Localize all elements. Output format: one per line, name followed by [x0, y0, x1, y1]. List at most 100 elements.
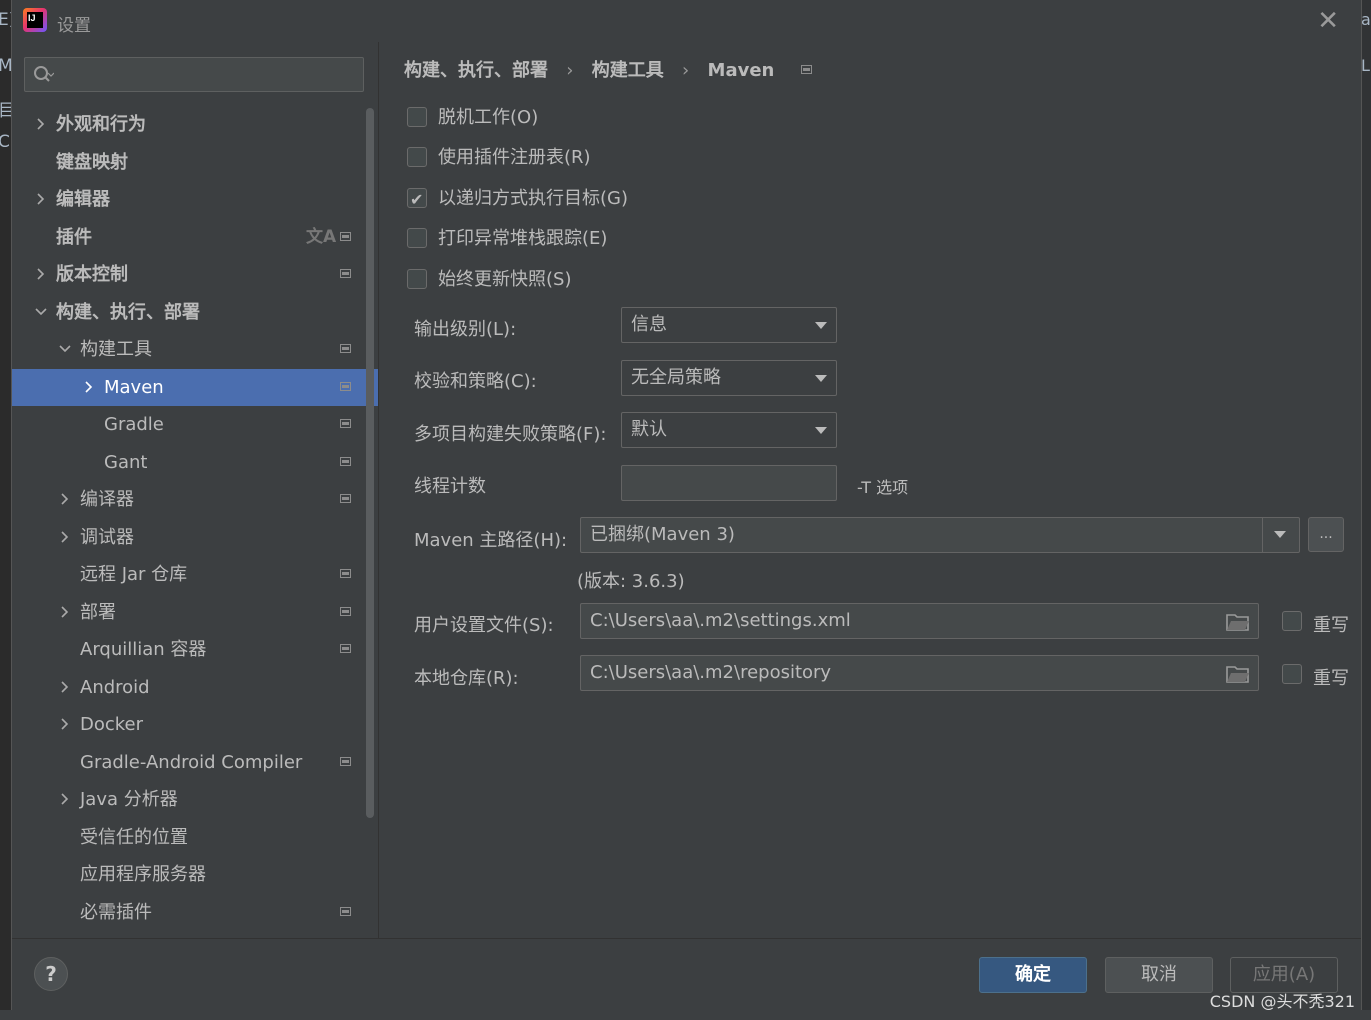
sidebar-item-label: 编辑器 — [56, 189, 110, 210]
checksum-policy-select[interactable]: 无全局策略 — [621, 360, 837, 396]
checkbox[interactable] — [407, 107, 427, 127]
project-scope-icon — [340, 906, 351, 916]
window-title: 设置 — [57, 16, 91, 36]
chevron-right-icon[interactable] — [58, 492, 72, 506]
user-settings-input[interactable]: C:\Users\aa\.m2\settings.xml — [580, 603, 1259, 639]
sidebar-item[interactable]: Gradle — [12, 406, 378, 443]
checkbox[interactable] — [407, 269, 427, 289]
sidebar-item[interactable]: Arquillian 容器 — [12, 631, 378, 668]
local-repo-label: 本地仓库(R): — [414, 668, 519, 689]
multiproject-fail-label: 多项目构建失败策略(F): — [414, 424, 607, 445]
chevron-right-icon[interactable] — [34, 267, 48, 281]
sidebar-item[interactable]: Docker — [12, 706, 378, 743]
output-level-value: 信息 — [631, 314, 667, 335]
chevron-down-icon — [815, 322, 827, 329]
sidebar-item-label: Arquillian 容器 — [80, 639, 207, 660]
sidebar-item[interactable]: 外观和行为 — [12, 106, 378, 143]
sidebar-item[interactable]: Android — [12, 669, 378, 706]
chevron-right-icon[interactable] — [34, 117, 48, 131]
project-scope-icon — [340, 381, 351, 391]
sidebar-item[interactable]: 受信任的位置 — [12, 819, 378, 856]
sidebar-item[interactable]: 构建工具 — [12, 331, 378, 368]
chevron-right-icon[interactable] — [58, 792, 72, 806]
output-level-select[interactable]: 信息 — [621, 307, 837, 343]
chevron-down-icon[interactable] — [34, 305, 48, 319]
project-scope-icon — [340, 569, 351, 578]
sidebar-item-label: 调试器 — [80, 526, 134, 548]
breadcrumb-item[interactable]: 构建工具 — [592, 56, 664, 82]
background-ide-bottom — [0, 1010, 1371, 1020]
checkbox[interactable] — [407, 185, 427, 215]
sidebar-item[interactable]: 远程 Jar 仓库 — [12, 556, 378, 593]
help-button[interactable]: ? — [34, 957, 68, 991]
maven-home-browse-button[interactable]: ... — [1308, 517, 1344, 552]
sidebar-item[interactable]: 构建、执行、部署 — [12, 294, 378, 331]
chevron-right-icon[interactable] — [82, 380, 96, 394]
chevron-right-icon[interactable] — [58, 717, 72, 731]
checkbox[interactable] — [407, 228, 427, 248]
sidebar-item[interactable]: Java 分析器 — [12, 781, 378, 818]
chevron-down-icon[interactable] — [58, 342, 72, 356]
chevron-right-icon[interactable] — [58, 680, 72, 694]
sidebar-item[interactable]: Gradle-Android Compiler — [12, 744, 378, 781]
maven-home-value: 已捆绑(Maven 3) — [590, 524, 735, 545]
user-settings-value: C:\Users\aa\.m2\settings.xml — [590, 610, 851, 631]
project-scope-icon — [340, 344, 351, 353]
chevron-down-icon — [815, 427, 827, 434]
project-scope-icon — [340, 419, 351, 428]
sidebar-item-label: 构建、执行、部署 — [56, 301, 200, 323]
folder-icon[interactable] — [1226, 612, 1250, 632]
sidebar-item[interactable]: Maven — [12, 368, 378, 406]
multiproject-fail-select[interactable]: 默认 — [621, 412, 837, 448]
sidebar-item[interactable]: Gant — [12, 444, 378, 481]
search-input[interactable] — [24, 57, 364, 92]
user-settings-label: 用户设置文件(S): — [414, 615, 554, 636]
sidebar-item[interactable]: 插件 文A — [12, 219, 378, 256]
sidebar-item-label: Gradle — [104, 414, 164, 435]
sidebar-item[interactable]: 部署 — [12, 594, 378, 631]
sidebar-item-label: 外观和行为 — [56, 114, 146, 135]
sidebar-item[interactable]: 调试器 — [12, 519, 378, 556]
project-scope-icon — [340, 231, 351, 241]
sidebar-item-label: 远程 Jar 仓库 — [80, 564, 188, 585]
sidebar-scrollbar[interactable] — [366, 108, 374, 818]
user-settings-override-checkbox[interactable] — [1282, 611, 1302, 631]
thread-count-label: 线程计数 — [414, 476, 486, 497]
sidebar-item[interactable]: 必需插件 — [12, 894, 378, 931]
sidebar-item-label: 部署 — [80, 601, 116, 623]
breadcrumb-separator-icon: › — [682, 60, 690, 81]
close-icon[interactable]: ✕ — [1317, 6, 1339, 36]
sidebar-item-label: Gradle-Android Compiler — [80, 751, 303, 773]
background-ide-right: a L — [1361, 0, 1371, 1020]
sidebar-item[interactable]: 应用程序服务器 — [12, 856, 378, 893]
chevron-right-icon[interactable] — [58, 530, 72, 544]
chevron-right-icon[interactable] — [58, 605, 72, 619]
breadcrumb-item-current: Maven — [707, 60, 775, 81]
chevron-right-icon[interactable] — [34, 192, 48, 206]
translate-icon: 文A — [306, 226, 337, 247]
thread-count-input[interactable] — [621, 465, 837, 501]
sidebar-item-label: Docker — [80, 714, 144, 735]
checkbox-label: 以递归方式执行目标(G) — [438, 188, 628, 209]
breadcrumb-item[interactable]: 构建、执行、部署 — [404, 56, 548, 82]
maven-home-dropdown[interactable] — [1262, 518, 1299, 552]
output-level-label: 输出级别(L): — [414, 319, 517, 340]
local-repo-input[interactable]: C:\Users\aa\.m2\repository — [580, 655, 1259, 691]
ok-button[interactable]: 确定 — [979, 957, 1087, 993]
sidebar-item[interactable]: 键盘映射 — [12, 144, 378, 181]
sidebar-item[interactable]: 版本控制 — [12, 256, 378, 293]
sidebar-item[interactable]: 编辑器 — [12, 181, 378, 218]
cancel-button[interactable]: 取消 — [1105, 957, 1213, 993]
project-scope-icon — [340, 644, 351, 653]
sidebar-item[interactable]: 编译器 — [12, 481, 378, 518]
folder-icon[interactable] — [1226, 664, 1250, 684]
checkbox[interactable] — [407, 147, 427, 167]
breadcrumb-separator-icon: › — [566, 60, 574, 81]
search-icon — [34, 66, 54, 82]
maven-home-combo[interactable]: 已捆绑(Maven 3) — [580, 517, 1300, 553]
project-scope-icon — [340, 606, 351, 616]
sidebar-item-label: 必需插件 — [80, 901, 152, 923]
project-scope-icon — [340, 494, 351, 503]
checkbox-label: 始终更新快照(S) — [438, 269, 572, 290]
local-repo-override-checkbox[interactable] — [1282, 664, 1302, 684]
